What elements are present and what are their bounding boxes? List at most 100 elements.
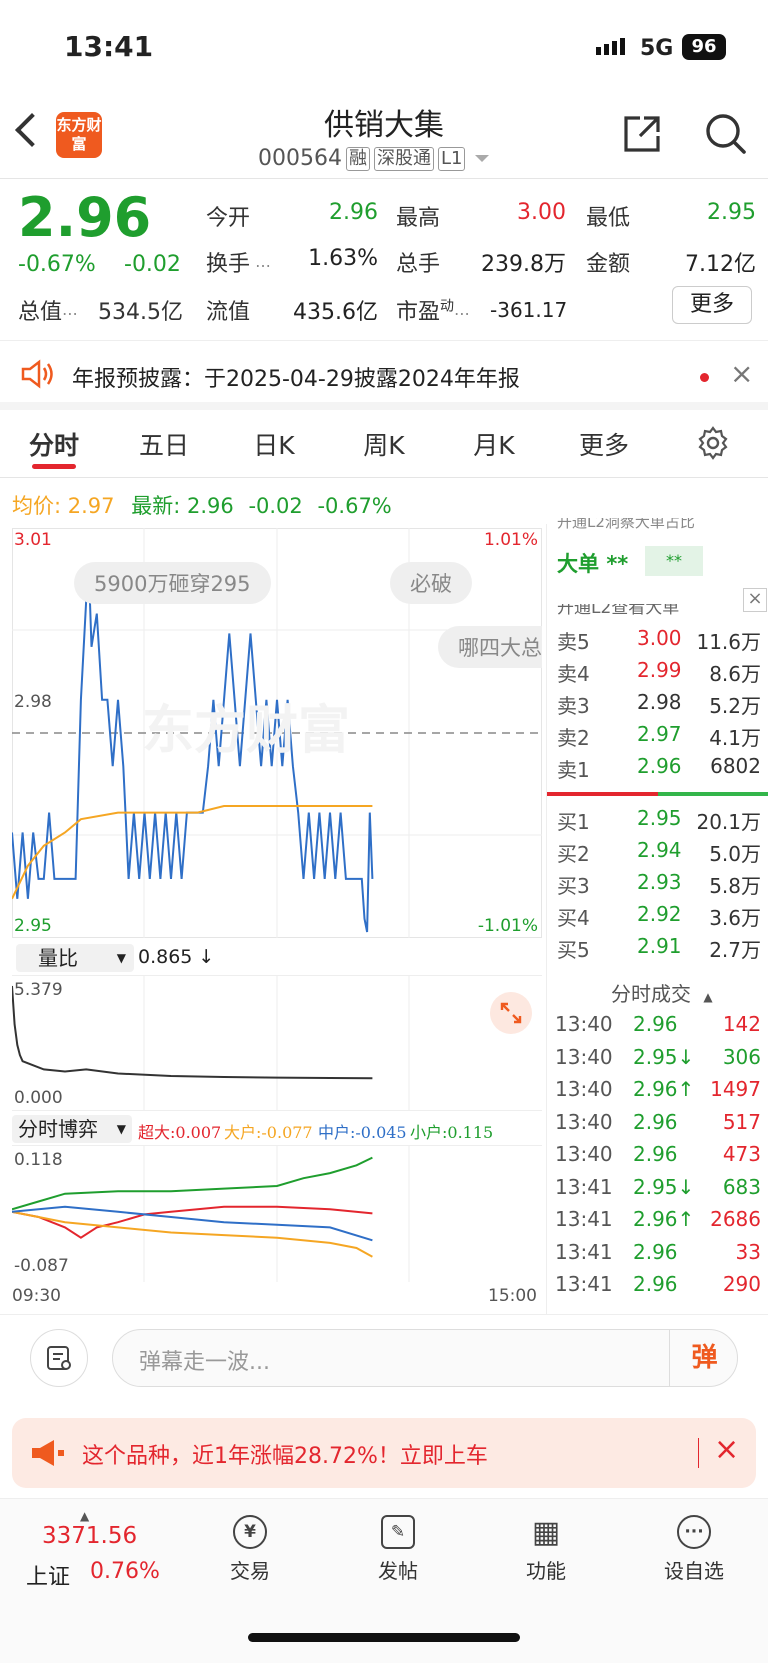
open-label: 今开: [206, 206, 251, 231]
vol-ratio-line-series-0: [12, 985, 373, 1080]
tab-intraday[interactable]: 分时: [4, 426, 104, 462]
expand-icon[interactable]: [490, 992, 532, 1034]
trade-volume: 2686: [710, 1207, 761, 1231]
trade-volume: 683: [722, 1174, 761, 1199]
bid-row: 买1 2.95 20.1万: [547, 806, 768, 838]
gear-icon[interactable]: [696, 426, 730, 460]
last-price: 2.96: [18, 186, 152, 249]
trade-volume: 33: [735, 1239, 761, 1264]
close-icon[interactable]: ×: [714, 1432, 739, 1467]
tag-margin: 融: [345, 146, 370, 171]
l2-hint[interactable]: 开通L2查看大单: [557, 604, 679, 616]
status-bar: 13:41 5G 96: [0, 0, 768, 100]
info-icon[interactable]: ⋯: [250, 256, 271, 275]
ask-label: 卖2: [557, 726, 590, 750]
search-icon[interactable]: [704, 112, 748, 156]
bid-row: 买2 2.94 5.0万: [547, 838, 768, 870]
ask-volume: 8.6万: [709, 662, 761, 686]
bid-volume: 5.0万: [709, 842, 761, 866]
tab-daily[interactable]: 日K: [224, 426, 324, 462]
game-top: 0.118: [14, 1150, 63, 1170]
l2-top-hint[interactable]: 开通L2洞察大单占比: [557, 518, 695, 530]
bid-price: 2.94: [637, 838, 682, 862]
divider: [0, 178, 768, 179]
ask-row: 卖4 2.99 8.6万: [547, 658, 768, 690]
pe-label: 市盈动⋯: [396, 298, 471, 325]
notes-icon[interactable]: [30, 1329, 88, 1387]
trades-title[interactable]: 分时成交 ▲: [611, 978, 713, 1007]
tab-more[interactable]: 更多: [554, 426, 654, 462]
danmu-bubble[interactable]: 必破: [390, 562, 472, 604]
danmu-input[interactable]: 弹幕走一波... 弹: [112, 1329, 738, 1387]
tab-indicator: [32, 464, 76, 469]
more-icon: ···: [677, 1515, 711, 1549]
promo-banner[interactable]: 这个品种，近1年涨幅28.72%！立即上车 ×: [12, 1418, 756, 1488]
low-label: 最低: [586, 206, 631, 231]
stock-code-row: 000564 融 深股通 L1: [258, 146, 490, 171]
trade-time: 13:41: [555, 1272, 613, 1296]
yen-icon: ¥: [233, 1515, 267, 1549]
game-select[interactable]: 分时博弈 ▼: [12, 1115, 132, 1143]
trade-price: 2.95↓: [633, 1044, 695, 1069]
bid-row: 买5 2.91 2.7万: [547, 934, 768, 966]
promo-text: 这个品种，近1年涨幅28.72%！立即上车: [82, 1444, 488, 1469]
vol-ratio-value: 0.865 ↓: [138, 946, 215, 968]
status-time: 13:41: [64, 30, 154, 63]
bid-volume: 2.7万: [709, 938, 761, 962]
trade-time: 13:40: [555, 1012, 613, 1036]
vol-ratio-top: 5.379: [14, 980, 63, 1000]
trade-row: 13:41 2.96 290: [547, 1272, 768, 1306]
nav-functions[interactable]: ▦ 功能: [486, 1515, 606, 1584]
y-bottom-price: 2.95: [14, 916, 52, 936]
trade-time: 13:41: [555, 1174, 613, 1199]
trade-time: 13:40: [555, 1109, 613, 1134]
volume-value: 239.8万: [481, 252, 566, 277]
info-icon[interactable]: ⋯: [454, 304, 470, 323]
game-small: 小户:0.115: [410, 1123, 494, 1142]
trade-row: 13:41 2.96 33: [547, 1240, 768, 1274]
trade-row: 13:41 2.96↑ 2686: [547, 1207, 768, 1241]
index-value[interactable]: 3371.56: [42, 1523, 137, 1549]
ask-price: 2.97: [637, 722, 682, 746]
trade-time: 13:40: [555, 1077, 613, 1101]
ask-price: 2.96: [637, 754, 682, 778]
close-icon[interactable]: ×: [743, 588, 767, 612]
close-icon[interactable]: ×: [730, 357, 753, 390]
info-icon[interactable]: ⋯: [62, 304, 78, 323]
amount-value: 7.12亿: [685, 252, 756, 277]
intraday-chart[interactable]: 东方财富 3.01 1.01% 2.98 2.95 -1.01% 5900万砸穿…: [12, 528, 542, 938]
vol-ratio-select[interactable]: 量比 ▼: [16, 944, 134, 972]
ask-price: 3.00: [637, 626, 682, 650]
big-order-masked[interactable]: **: [645, 546, 703, 576]
triangle-down-icon: ▼: [116, 1122, 126, 1136]
danmu-input-placeholder: 弹幕走一波...: [139, 1350, 270, 1375]
bid-label: 买4: [557, 906, 590, 930]
danmu-toggle-button[interactable]: 弹: [669, 1330, 739, 1386]
y-bottom-pct: -1.01%: [477, 916, 538, 936]
nav-post[interactable]: ✎ 发帖: [338, 1515, 458, 1584]
signal-icon: [596, 38, 625, 55]
game-mid: 中户:-0.045: [318, 1123, 407, 1142]
high-label: 最高: [396, 206, 441, 231]
chevron-down-icon[interactable]: [475, 155, 490, 162]
float-label: 流值: [206, 300, 251, 325]
danmu-bubble[interactable]: 5900万砸穿295: [74, 562, 271, 604]
turnover-label: 换手 ⋯: [206, 252, 272, 277]
nav-add-watchlist[interactable]: ··· 设自选: [634, 1515, 754, 1584]
tab-monthly[interactable]: 月K: [444, 426, 544, 462]
notice-bar[interactable]: 年报预披露：于2025-04-29披露2024年年报 ×: [0, 340, 768, 410]
more-button[interactable]: 更多: [672, 286, 752, 324]
trade-volume: 306: [722, 1044, 761, 1069]
danmu-bubble[interactable]: 哪四大总: [438, 626, 542, 668]
share-icon[interactable]: [622, 114, 660, 152]
trade-time: 13:41: [555, 1207, 613, 1231]
nav-trade[interactable]: ¥ 交易: [190, 1515, 310, 1584]
bid-volume: 20.1万: [696, 810, 761, 834]
tab-weekly[interactable]: 周K: [334, 426, 434, 462]
volume-label: 总手: [396, 252, 441, 277]
trade-time: 13:41: [555, 1239, 613, 1264]
amount-label: 金额: [586, 252, 631, 277]
tab-5day[interactable]: 五日: [114, 426, 214, 462]
notice-text: 年报预披露：于2025-04-29披露2024年年报: [72, 367, 520, 392]
trade-row: 13:40 2.95↓ 306: [547, 1045, 768, 1079]
